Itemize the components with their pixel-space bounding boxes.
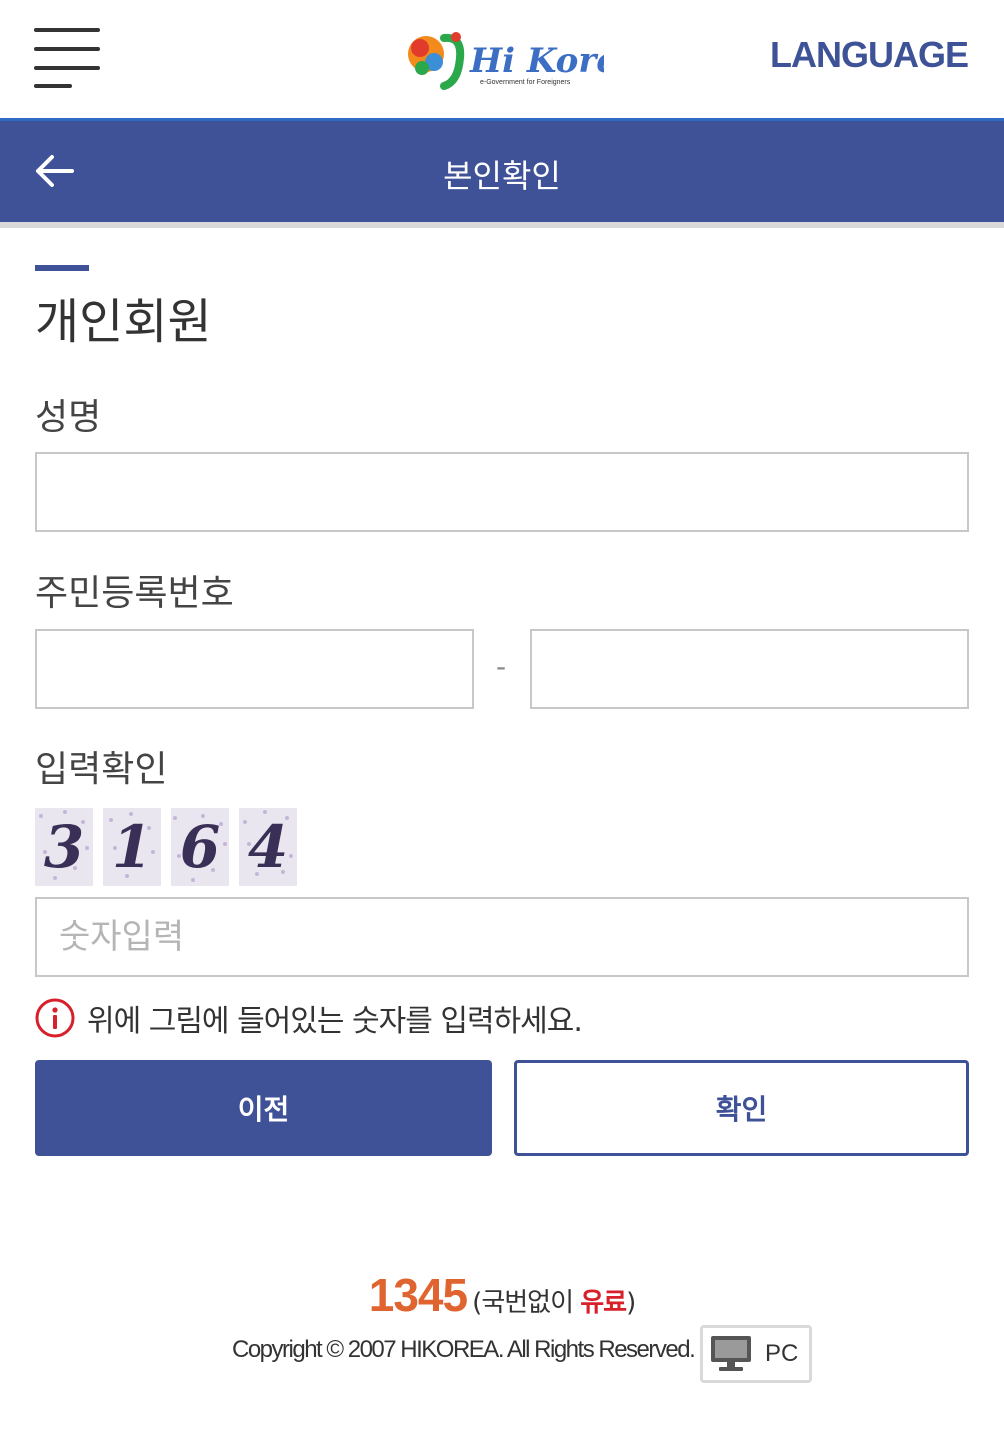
confirm-button[interactable]: 확인 bbox=[514, 1060, 969, 1156]
captcha-digit: 1 bbox=[111, 813, 153, 881]
pc-button-label: PC bbox=[765, 1340, 799, 1367]
helpline-note: (국번없이 유료) bbox=[472, 1288, 636, 1318]
prev-button[interactable]: 이전 bbox=[35, 1060, 492, 1156]
pc-version-button[interactable]: PC bbox=[700, 1325, 812, 1383]
titlebar-divider bbox=[0, 222, 1004, 228]
notice-text: 위에 그림에 들어있는 숫자를 입력하세요. bbox=[87, 1004, 583, 1039]
rrn-label: 주민등록번호 bbox=[35, 573, 234, 614]
monitor-icon bbox=[711, 1336, 751, 1371]
rrn-first-input[interactable] bbox=[37, 631, 472, 707]
rrn-separator: - bbox=[496, 650, 507, 683]
captcha-digit: 3 bbox=[43, 813, 85, 881]
captcha-digit-image: 4 bbox=[239, 808, 297, 886]
captcha-field-box bbox=[35, 897, 969, 977]
captcha-digit: 4 bbox=[247, 813, 289, 881]
rrn-second-box bbox=[530, 629, 969, 709]
captcha-digit-image: 6 bbox=[171, 808, 229, 886]
helpline-note-close: ) bbox=[626, 1288, 636, 1318]
name-input[interactable] bbox=[37, 454, 967, 530]
rrn-second-input[interactable] bbox=[532, 631, 967, 707]
copyright-text: Copyright © 2007 HIKOREA. All Rights Res… bbox=[232, 1336, 696, 1363]
rrn-first-box bbox=[35, 629, 474, 709]
captcha-digit-image: 1 bbox=[103, 808, 161, 886]
captcha-notice: 위에 그림에 들어있는 숫자를 입력하세요. bbox=[35, 996, 583, 1040]
name-label: 성명 bbox=[35, 397, 102, 438]
language-button[interactable]: LANGUAGE bbox=[770, 34, 969, 76]
name-field-box bbox=[35, 452, 969, 532]
hamburger-menu-icon[interactable] bbox=[34, 28, 100, 90]
section-accent-bar bbox=[35, 265, 89, 271]
hikorea-logo[interactable]: Hi Korea e-Government for Foreigners bbox=[404, 28, 640, 94]
helpline-note-open: (국번없이 bbox=[472, 1288, 581, 1318]
helpline-note-paid: 유료 bbox=[580, 1288, 627, 1318]
logo-hi-text: Hi Korea bbox=[469, 41, 604, 81]
helpline-number: 1345 bbox=[368, 1269, 468, 1321]
helpline: 1345 (국번없이 유료) bbox=[0, 1268, 1004, 1322]
page-title-bar: 본인확인 bbox=[0, 118, 1004, 222]
logo-subtext: e-Government for Foreigners bbox=[480, 79, 571, 86]
page-title: 본인확인 bbox=[443, 157, 561, 195]
top-header: Hi Korea e-Government for Foreigners LAN… bbox=[0, 0, 1004, 118]
captcha-input[interactable] bbox=[37, 899, 967, 975]
captcha-label: 입력확인 bbox=[35, 749, 168, 790]
section-title: 개인회원 bbox=[35, 294, 212, 350]
info-circle-icon bbox=[35, 998, 75, 1038]
captcha-digit: 6 bbox=[179, 813, 221, 881]
captcha-digit-image: 3 bbox=[35, 808, 93, 886]
